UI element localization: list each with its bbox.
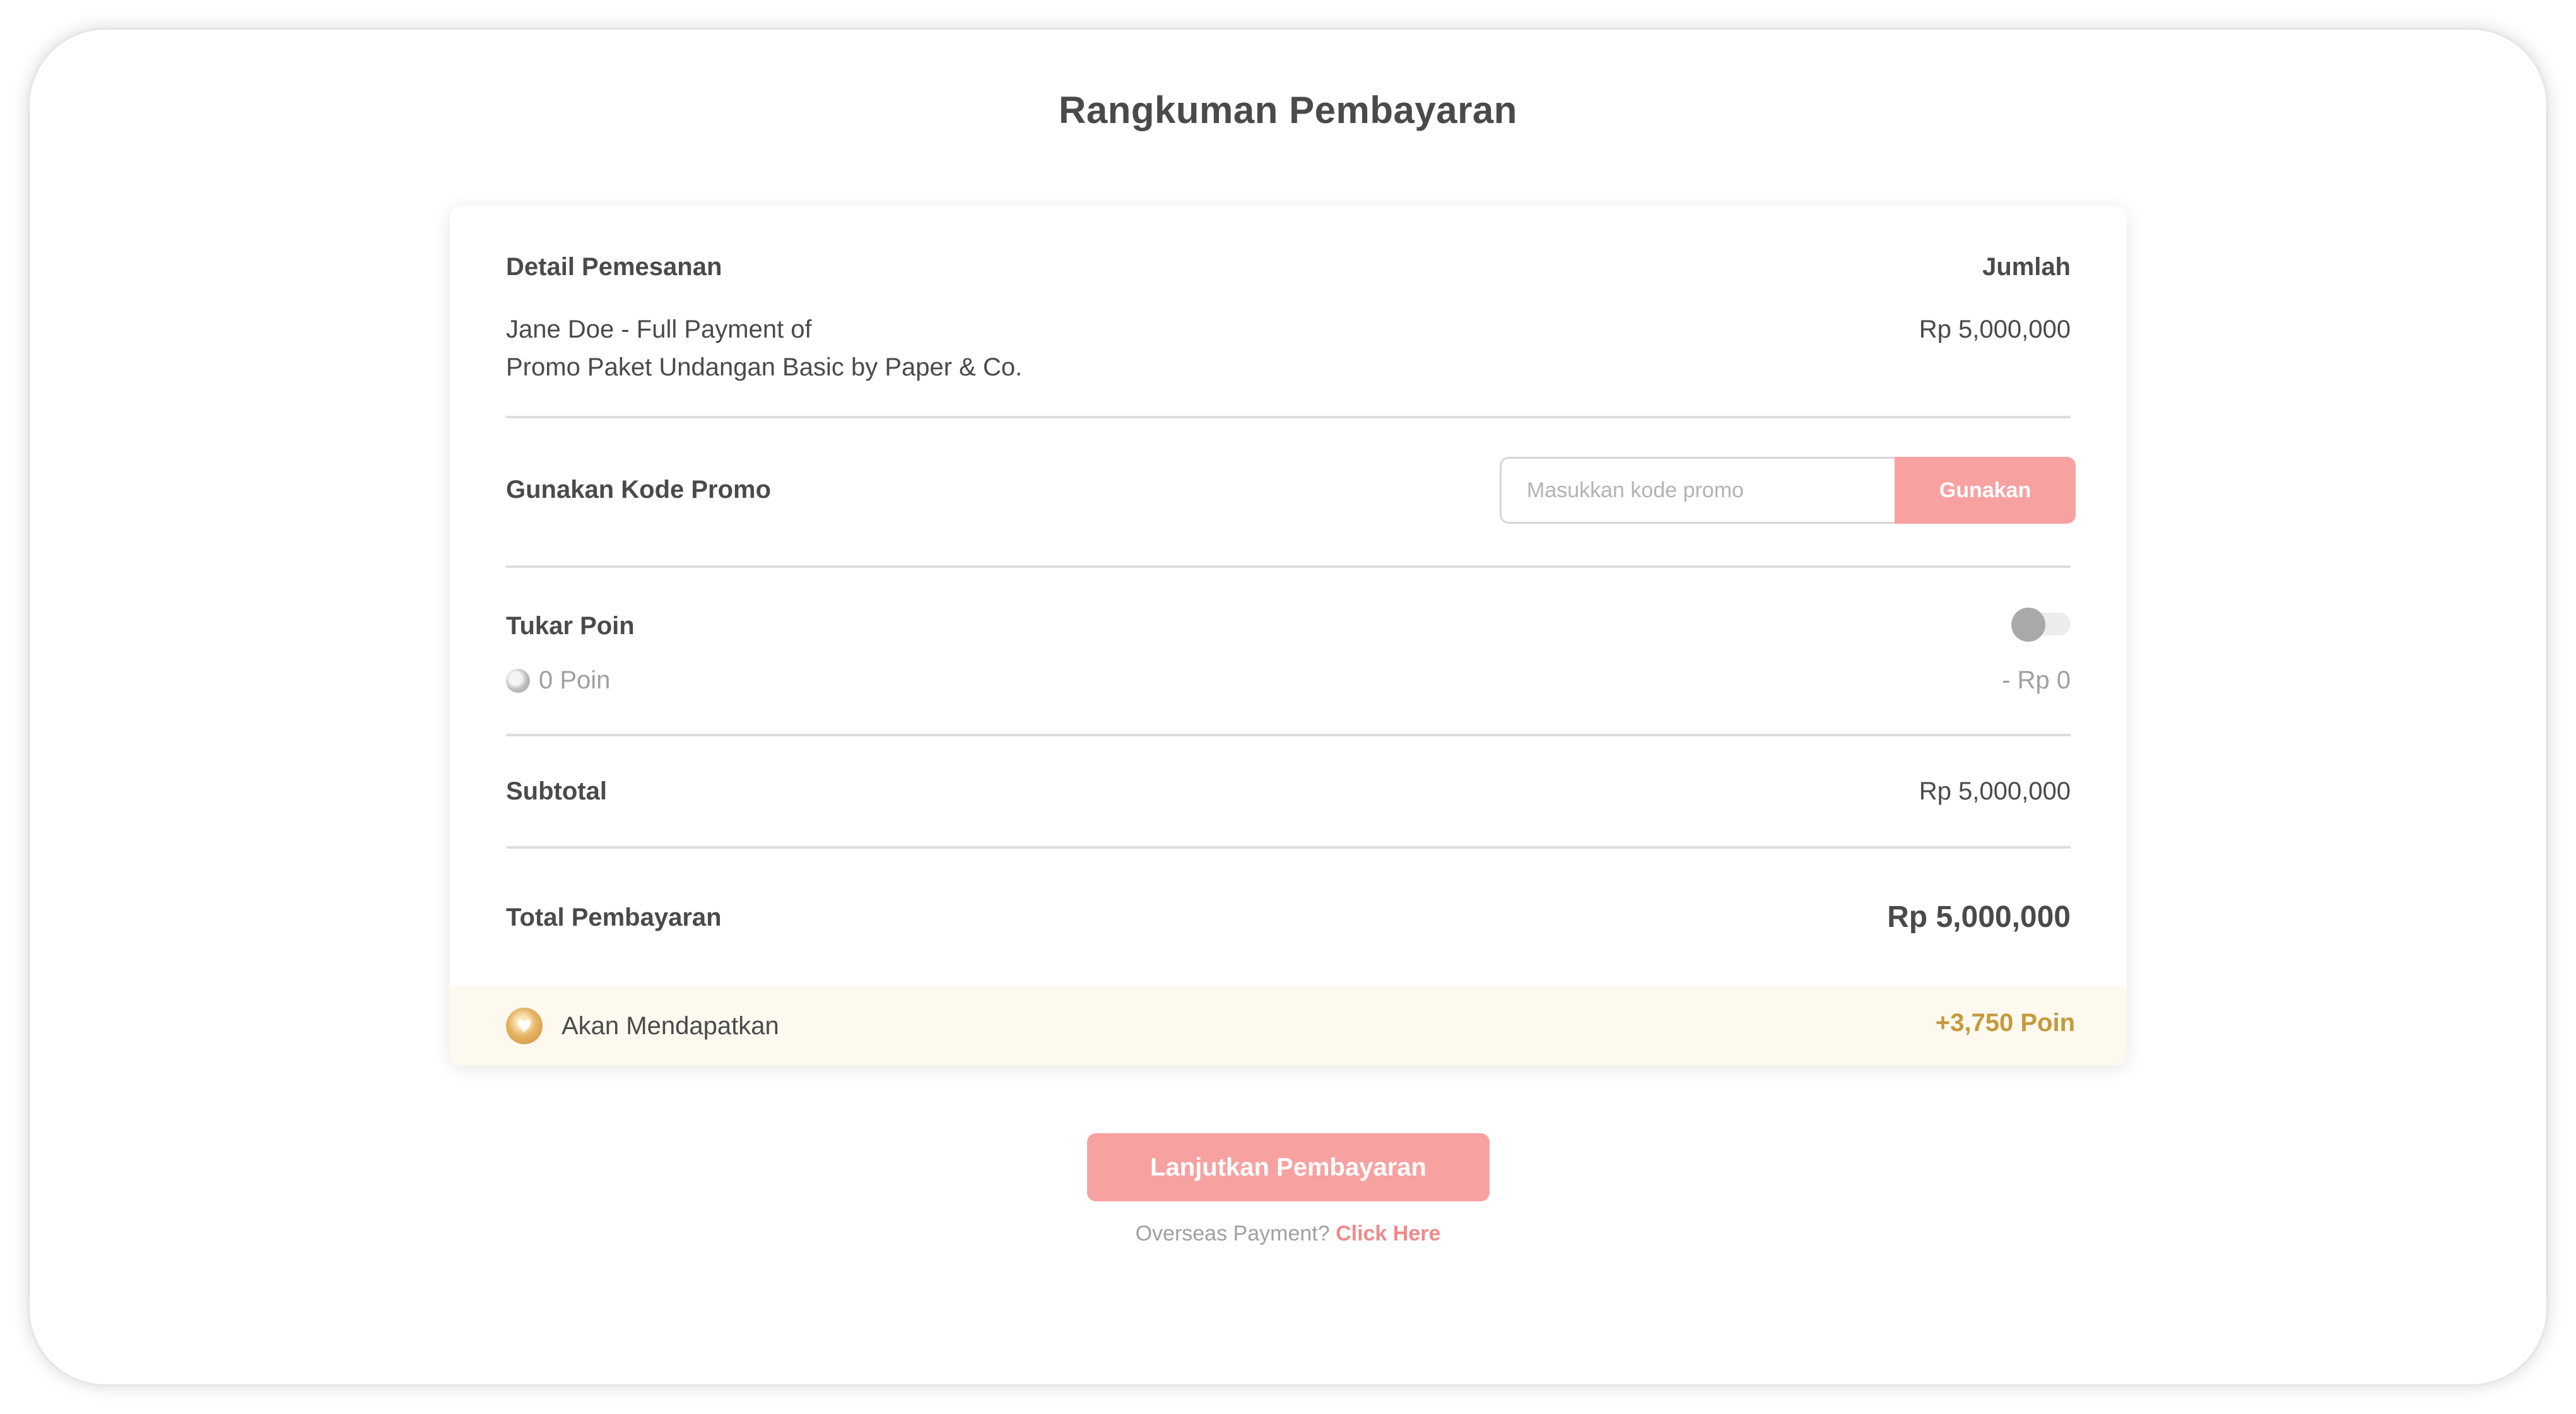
points-balance: 0 Poin [506,666,610,695]
points-discount: - Rp 0 [2002,666,2071,694]
overseas-payment-text: Overseas Payment? [1135,1222,1336,1246]
amount-heading: Jumlah [1982,253,2071,281]
order-line-1: Jane Doe - Full Payment of [506,315,812,343]
silver-coin-icon [506,668,530,693]
divider [506,565,2071,568]
payment-summary-card: Detail Pemesanan Jumlah Jane Doe - Full … [450,206,2127,1066]
gold-heart-coin-icon: ♥ [506,1008,543,1044]
divider [506,846,2071,849]
toggle-knob [2011,608,2045,642]
points-balance-text: 0 Poin [539,666,611,694]
total-label: Total Pembayaran [506,904,722,931]
redeem-points-toggle[interactable] [2011,608,2071,642]
promo-code-input[interactable] [1500,457,1895,524]
page-title: Rangkuman Pembayaran [1059,89,1517,131]
total-value: Rp 5,000,000 [1887,900,2071,934]
promo-code-label: Gunakan Kode Promo [506,476,772,504]
redeem-points-title: Tukar Poin [506,612,635,640]
continue-payment-button[interactable]: Lanjutkan Pembayaran [1087,1133,1490,1201]
order-description: Jane Doe - Full Payment of Promo Paket U… [506,310,1022,386]
earn-points-label: Akan Mendapatkan [562,1011,779,1040]
apply-promo-button[interactable]: Gunakan [1895,457,2076,524]
order-amount: Rp 5,000,000 [1919,315,2071,343]
order-details-heading: Detail Pemesanan [506,253,722,281]
subtotal-label: Subtotal [506,777,607,805]
order-line-2: Promo Paket Undangan Basic by Paper & Co… [506,353,1023,381]
subtotal-value: Rp 5,000,000 [1919,777,2071,805]
divider [506,734,2071,736]
overseas-payment-line: Overseas Payment? Click Here [0,1222,2576,1246]
divider [506,416,2071,418]
earn-points-value: +3,750 Poin [1935,1009,2075,1037]
overseas-payment-link[interactable]: Click Here [1336,1222,1440,1246]
earn-points-label-group: ♥ Akan Mendapatkan [506,1008,779,1044]
earn-points-bar: ♥ Akan Mendapatkan +3,750 Poin [450,986,2127,1066]
